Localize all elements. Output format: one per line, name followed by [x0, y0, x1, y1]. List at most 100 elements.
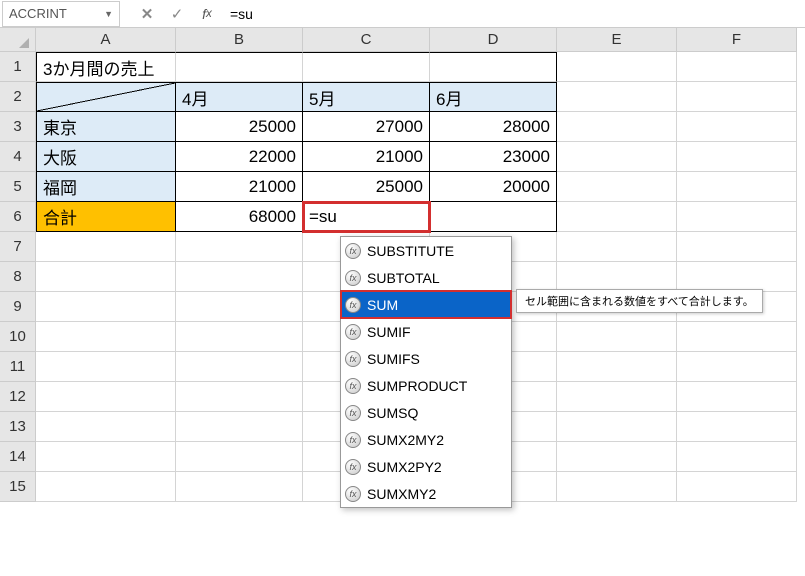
row-header-10[interactable]: 10 [0, 322, 36, 352]
cell-b4[interactable]: 22000 [176, 142, 303, 172]
autocomplete-item-sumif[interactable]: fxSUMIF [341, 318, 511, 345]
cell-f11[interactable] [677, 352, 797, 382]
cell-d5[interactable]: 20000 [430, 172, 557, 202]
cell-b15[interactable] [176, 472, 303, 502]
autocomplete-item-substitute[interactable]: fxSUBSTITUTE [341, 237, 511, 264]
cell-b8[interactable] [176, 262, 303, 292]
formula-input[interactable] [222, 2, 805, 26]
row-header-7[interactable]: 7 [0, 232, 36, 262]
cell-a2[interactable] [36, 82, 176, 112]
row-header-2[interactable]: 2 [0, 82, 36, 112]
cancel-button[interactable]: ✕ [132, 2, 162, 26]
col-header-c[interactable]: C [303, 28, 430, 52]
cell-f7[interactable] [677, 232, 797, 262]
cell-f13[interactable] [677, 412, 797, 442]
cell-e6[interactable] [557, 202, 677, 232]
cell-a5[interactable]: 福岡 [36, 172, 176, 202]
row-header-6[interactable]: 6 [0, 202, 36, 232]
cell-f8[interactable] [677, 262, 797, 292]
cell-a9[interactable] [36, 292, 176, 322]
cell-e14[interactable] [557, 442, 677, 472]
cell-a13[interactable] [36, 412, 176, 442]
col-header-d[interactable]: D [430, 28, 557, 52]
cell-b1[interactable] [176, 52, 303, 82]
cell-e1[interactable] [557, 52, 677, 82]
cell-c4[interactable]: 21000 [303, 142, 430, 172]
cell-e15[interactable] [557, 472, 677, 502]
cell-c2[interactable]: 5月 [303, 82, 430, 112]
autocomplete-item-subtotal[interactable]: fxSUBTOTAL [341, 264, 511, 291]
cell-d1[interactable] [430, 52, 557, 82]
cell-a6[interactable]: 合計 [36, 202, 176, 232]
col-header-f[interactable]: F [677, 28, 797, 52]
row-header-9[interactable]: 9 [0, 292, 36, 322]
cell-f14[interactable] [677, 442, 797, 472]
row-header-11[interactable]: 11 [0, 352, 36, 382]
cell-b14[interactable] [176, 442, 303, 472]
cell-e2[interactable] [557, 82, 677, 112]
row-header-15[interactable]: 15 [0, 472, 36, 502]
row-header-8[interactable]: 8 [0, 262, 36, 292]
cell-e5[interactable] [557, 172, 677, 202]
enter-button[interactable]: ✓ [162, 2, 192, 26]
select-all-corner[interactable] [0, 28, 36, 52]
cell-b12[interactable] [176, 382, 303, 412]
cell-a14[interactable] [36, 442, 176, 472]
cell-f6[interactable] [677, 202, 797, 232]
cell-d3[interactable]: 28000 [430, 112, 557, 142]
cell-b2[interactable]: 4月 [176, 82, 303, 112]
autocomplete-item-sumx2my2[interactable]: fxSUMX2MY2 [341, 426, 511, 453]
row-header-12[interactable]: 12 [0, 382, 36, 412]
cell-d6[interactable] [430, 202, 557, 232]
name-box[interactable]: ACCRINT ▼ [2, 1, 120, 27]
cell-a12[interactable] [36, 382, 176, 412]
cell-b9[interactable] [176, 292, 303, 322]
cell-c6-editing[interactable]: =su [303, 202, 430, 232]
cell-d2[interactable]: 6月 [430, 82, 557, 112]
cell-f5[interactable] [677, 172, 797, 202]
cell-f15[interactable] [677, 472, 797, 502]
cell-f1[interactable] [677, 52, 797, 82]
cell-f12[interactable] [677, 382, 797, 412]
cell-e8[interactable] [557, 262, 677, 292]
cell-a8[interactable] [36, 262, 176, 292]
cell-e3[interactable] [557, 112, 677, 142]
autocomplete-item-sumsq[interactable]: fxSUMSQ [341, 399, 511, 426]
cell-e4[interactable] [557, 142, 677, 172]
row-header-3[interactable]: 3 [0, 112, 36, 142]
cell-b10[interactable] [176, 322, 303, 352]
cell-a4[interactable]: 大阪 [36, 142, 176, 172]
row-header-13[interactable]: 13 [0, 412, 36, 442]
cell-e7[interactable] [557, 232, 677, 262]
autocomplete-item-sumproduct[interactable]: fxSUMPRODUCT [341, 372, 511, 399]
cell-f4[interactable] [677, 142, 797, 172]
row-header-1[interactable]: 1 [0, 52, 36, 82]
cell-c1[interactable] [303, 52, 430, 82]
row-header-4[interactable]: 4 [0, 142, 36, 172]
name-box-dropdown-icon[interactable]: ▼ [104, 9, 113, 19]
col-header-b[interactable]: B [176, 28, 303, 52]
cell-e10[interactable] [557, 322, 677, 352]
cell-b11[interactable] [176, 352, 303, 382]
cell-c5[interactable]: 25000 [303, 172, 430, 202]
row-header-5[interactable]: 5 [0, 172, 36, 202]
cell-b3[interactable]: 25000 [176, 112, 303, 142]
autocomplete-item-sumx2py2[interactable]: fxSUMX2PY2 [341, 453, 511, 480]
cell-a10[interactable] [36, 322, 176, 352]
autocomplete-item-sumifs[interactable]: fxSUMIFS [341, 345, 511, 372]
formula-autocomplete-list[interactable]: fxSUBSTITUTEfxSUBTOTALfxSUMfxSUMIFfxSUMI… [340, 236, 512, 508]
cell-a3[interactable]: 東京 [36, 112, 176, 142]
cell-a7[interactable] [36, 232, 176, 262]
cell-a15[interactable] [36, 472, 176, 502]
cell-b13[interactable] [176, 412, 303, 442]
cell-a11[interactable] [36, 352, 176, 382]
cell-f10[interactable] [677, 322, 797, 352]
cell-e11[interactable] [557, 352, 677, 382]
cell-b7[interactable] [176, 232, 303, 262]
autocomplete-item-sumxmy2[interactable]: fxSUMXMY2 [341, 480, 511, 507]
row-header-14[interactable]: 14 [0, 442, 36, 472]
col-header-e[interactable]: E [557, 28, 677, 52]
cell-e13[interactable] [557, 412, 677, 442]
cell-c3[interactable]: 27000 [303, 112, 430, 142]
col-header-a[interactable]: A [36, 28, 176, 52]
